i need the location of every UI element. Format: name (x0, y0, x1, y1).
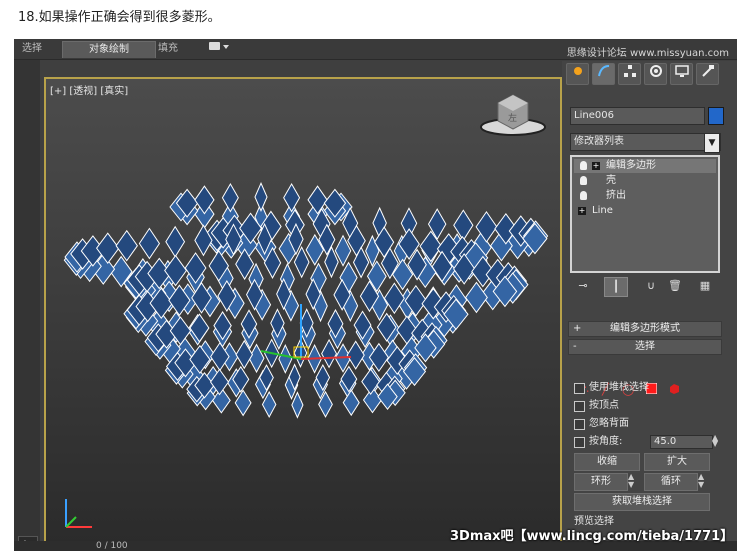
diamond-face (291, 391, 304, 419)
axis-tripod-icon (65, 499, 92, 528)
left-timeline-strip: ▶ (14, 60, 40, 551)
by-angle-checkbox[interactable]: 按角度: 45.0 ▲ ▼ (574, 434, 718, 449)
modify-icon[interactable] (592, 63, 615, 85)
angle-spinner[interactable]: 45.0 (650, 435, 713, 449)
loop-button[interactable]: 循环 (644, 473, 698, 491)
rollout-selection[interactable]: - 选择 (568, 339, 722, 355)
lightbulb-icon[interactable] (580, 161, 587, 170)
diamond-face (361, 368, 381, 396)
modifier-stack: + 编辑多边形 壳 挤出 + Line (570, 155, 720, 273)
stack-item-edit-poly[interactable]: + 编辑多边形 (574, 159, 716, 173)
diamond-face (115, 229, 138, 262)
make-unique-icon[interactable]: ∪ (640, 277, 662, 295)
stack-toolbar: ⊸ ┃ ∪ 🗑 ▦ (570, 277, 730, 299)
spinner-arrows-icon[interactable]: ▲ ▼ (712, 434, 720, 448)
display-icon[interactable] (670, 63, 693, 85)
pin-stack-icon[interactable]: ⊸ (572, 277, 594, 295)
max-window: 选择 对象绘制 填充 思缘设计论坛 www.missyuan.com ▶ [+]… (14, 39, 737, 551)
motion-icon[interactable] (644, 63, 667, 85)
diamond-face (321, 338, 338, 369)
command-panel-tabs (564, 63, 734, 85)
get-stack-selection-button[interactable]: 获取堆栈选择 (574, 493, 710, 511)
configure-sets-icon[interactable]: ▦ (694, 277, 716, 295)
frame-counter: 0 / 100 (96, 541, 128, 551)
perspective-viewport[interactable]: [+] [透视] [真实] 左 (44, 77, 562, 545)
use-stack-selection-checkbox[interactable]: 使用堆栈选择 (574, 381, 714, 395)
page-caption: 18.如果操作正确会得到很多菱形。 (18, 10, 221, 25)
tab-object-paint[interactable]: 对象绘制 (62, 41, 156, 58)
command-panel: Line006 修改器列表 ▼ + 编辑多边形 壳 挤出 + Line ⊸ ┃ … (562, 61, 737, 551)
object-color-swatch[interactable] (708, 107, 724, 125)
ignore-backfacing-checkbox[interactable]: 忽略背面 (574, 417, 714, 431)
diamond-face (254, 182, 268, 212)
ring-spinner-icon[interactable]: ▲ ▼ (628, 473, 636, 489)
diamond-face (221, 183, 239, 213)
hierarchy-icon[interactable] (618, 63, 641, 85)
show-end-result-icon[interactable]: ┃ (604, 277, 628, 297)
lightbulb-icon[interactable] (580, 191, 587, 200)
ring-button[interactable]: 环形 (574, 473, 628, 491)
forum-watermark: 思缘设计论坛 www.missyuan.com (566, 48, 729, 59)
diamond-face (283, 183, 301, 213)
stack-item-extrude[interactable]: 挤出 (574, 189, 716, 203)
site-watermark: 3Dmax吧【www.lincg.com/tieba/1771】 (450, 529, 734, 544)
diamond-face (138, 227, 161, 260)
create-icon[interactable] (566, 63, 589, 85)
stack-item-shell[interactable]: 壳 (574, 174, 716, 188)
diamond-face (346, 340, 365, 370)
ribbon-tabbar: 选择 对象绘制 填充 思缘设计论坛 www.missyuan.com (14, 39, 737, 60)
remove-modifier-icon[interactable]: 🗑 (664, 277, 686, 295)
rollout-edit-poly-mode[interactable]: + 编辑多边形模式 (568, 321, 722, 337)
diamond-face (248, 343, 265, 374)
object-name-field[interactable]: Line006 (570, 107, 705, 125)
lightbulb-icon[interactable] (580, 176, 587, 185)
by-vertex-checkbox[interactable]: 按顶点 (574, 399, 714, 413)
expand-icon[interactable]: + (578, 207, 586, 215)
utilities-icon[interactable] (696, 63, 719, 85)
stack-item-line[interactable]: + Line (574, 204, 716, 218)
diamond-face (464, 281, 488, 314)
chevron-down-icon[interactable]: ▼ (704, 133, 720, 153)
grow-button[interactable]: 扩大 (644, 453, 710, 471)
diamond-mesh-object[interactable] (46, 79, 560, 543)
modifier-list-dropdown[interactable]: 修改器列表 (570, 133, 721, 151)
shrink-button[interactable]: 收缩 (574, 453, 640, 471)
display-dropdown-icon[interactable] (202, 41, 236, 57)
tab-selection[interactable]: 选择 (16, 41, 48, 57)
loop-spinner-icon[interactable]: ▲ ▼ (698, 473, 706, 489)
tab-populate[interactable]: 填充 (152, 41, 184, 57)
expand-icon[interactable]: + (592, 162, 600, 170)
diamond-face (278, 344, 293, 374)
diamond-face (165, 225, 186, 258)
